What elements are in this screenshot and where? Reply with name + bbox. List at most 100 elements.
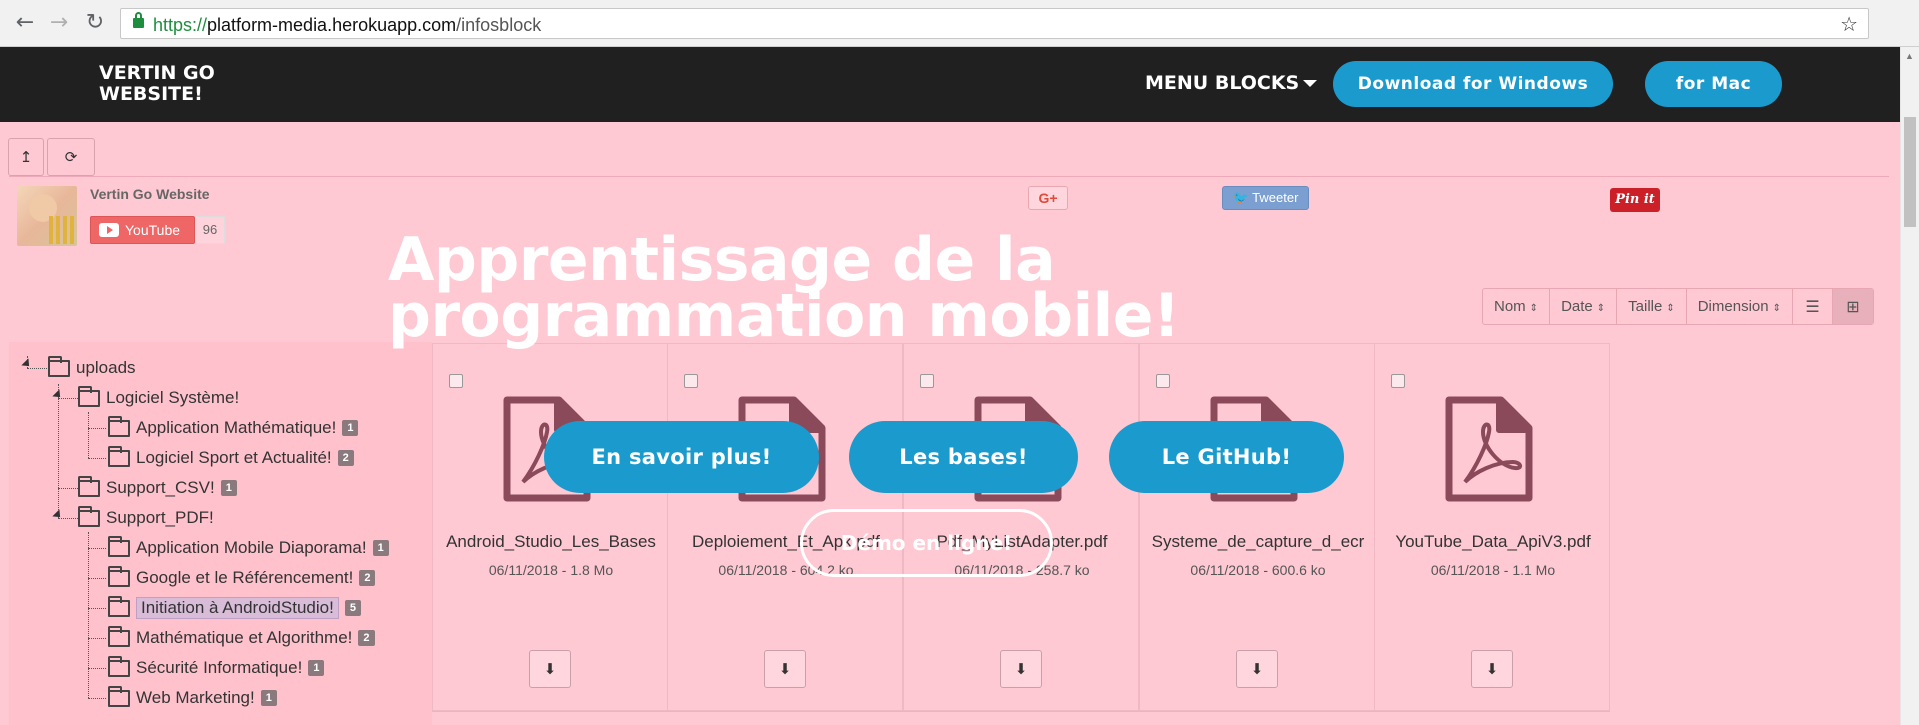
caret-down-icon (1303, 80, 1318, 87)
tree-line (27, 368, 47, 369)
tree-line (88, 412, 89, 458)
folder-icon (108, 625, 130, 647)
tree-item[interactable]: Google et le Référencement! 2 (108, 565, 376, 591)
youtube-subscribe-button[interactable]: YouTube (90, 216, 195, 244)
folder-icon (108, 655, 130, 677)
tree-item[interactable]: Support_CSV! 1 (78, 475, 237, 501)
count-badge: 1 (220, 480, 237, 496)
up-folder-button[interactable]: ↥ (8, 138, 44, 176)
file-meta: 06/11/2018 - 1.8 Mo (488, 562, 614, 578)
file-card[interactable]: Systeme_de_capture_d_ecr 06/11/2018 - 60… (1139, 343, 1375, 711)
tree-item[interactable]: Web Marketing! 1 (108, 685, 277, 711)
brand-logo[interactable]: VERTIN GO WEBSITE! (99, 63, 239, 105)
reload-icon[interactable]: ↻ (82, 10, 108, 36)
learn-more-button[interactable]: En savoir plus! (544, 421, 819, 493)
file-checkbox[interactable] (920, 374, 934, 388)
page-scrollbar[interactable]: ▲ (1900, 47, 1919, 725)
forward-icon[interactable]: → (46, 10, 72, 36)
download-file-button[interactable]: ⬇ (764, 650, 806, 688)
tweet-button[interactable]: 🐦 Tweeter (1222, 186, 1309, 210)
tree-line (88, 532, 89, 698)
google-plus-button[interactable]: G+ (1028, 186, 1068, 210)
url-text[interactable]: https://platform-media.herokuapp.com/inf… (153, 15, 541, 36)
list-view-button[interactable]: ☰ (1793, 289, 1833, 324)
tree-line (88, 608, 106, 609)
tree-item[interactable]: Logiciel Sport et Actualité! 2 (108, 445, 354, 471)
hero-title: Apprentissage de la programmation mobile… (388, 225, 1180, 351)
grid-icon: ⊞ (1846, 297, 1860, 316)
subscriber-count: 96 (195, 216, 225, 244)
file-checkbox[interactable] (684, 374, 698, 388)
tree-line (58, 398, 78, 399)
tree-line (88, 428, 106, 429)
tree-line (58, 488, 78, 489)
folder-icon (78, 475, 100, 497)
file-checkbox[interactable] (1156, 374, 1170, 388)
tree-root-uploads[interactable]: uploads (48, 355, 136, 381)
sort-icon: ⇕ (1772, 303, 1781, 314)
folder-icon (108, 595, 130, 617)
download-icon: ⬇ (778, 660, 792, 678)
download-file-button[interactable]: ⬇ (529, 650, 571, 688)
download-file-button[interactable]: ⬇ (1000, 650, 1042, 688)
tree-line (88, 668, 106, 669)
channel-name[interactable]: Vertin Go Website (90, 186, 210, 202)
count-badge: 2 (359, 570, 376, 586)
file-name: YouTube_Data_ApiV3.pdf (1395, 532, 1591, 551)
folder-icon (108, 565, 130, 587)
download-icon: ⬇ (1250, 660, 1264, 678)
tree-item[interactable]: Application Mathématique! 1 (108, 415, 359, 441)
folder-icon (108, 535, 130, 557)
count-badge: 2 (358, 630, 375, 646)
top-navbar: VERTIN GO WEBSITE! MENU BLOCKS (0, 47, 1900, 122)
refresh-button[interactable]: ⟳ (47, 138, 95, 176)
tree-line (58, 518, 78, 519)
download-icon: ⬇ (1014, 660, 1028, 678)
address-bar[interactable]: https://platform-media.herokuapp.com/inf… (120, 8, 1869, 39)
file-checkbox[interactable] (1391, 374, 1405, 388)
bookmark-star-icon[interactable]: ☆ (1840, 12, 1858, 36)
sort-date-button[interactable]: Date ⇕ (1550, 289, 1618, 324)
tree-item[interactable]: Logiciel Système! (78, 385, 239, 411)
file-card[interactable]: YouTube_Data_ApiV3.pdf 06/11/2018 - 1.1 … (1374, 343, 1610, 711)
tree-item[interactable]: Application Mobile Diaporama! 1 (108, 535, 389, 561)
tree-item-selected[interactable]: Initiation à AndroidStudio! 5 (108, 595, 361, 621)
sort-icon: ⇕ (1666, 303, 1675, 314)
tree-item[interactable]: Mathématique et Algorithme! 2 (108, 625, 375, 651)
download-windows-button[interactable]: Download for Windows (1333, 61, 1613, 107)
download-file-button[interactable]: ⬇ (1236, 650, 1278, 688)
sort-icon: ⇕ (1529, 303, 1539, 314)
count-badge: 5 (344, 600, 361, 616)
menu-blocks-dropdown[interactable]: MENU BLOCKS (1145, 72, 1318, 94)
lock-icon (133, 12, 144, 28)
basics-button[interactable]: Les bases! (849, 421, 1078, 493)
count-badge: 2 (337, 450, 354, 466)
level-up-icon: ↥ (19, 148, 33, 166)
online-demo-button[interactable]: Démo en ligne! (800, 509, 1053, 577)
download-mac-button[interactable]: for Mac (1645, 61, 1782, 107)
file-meta: 06/11/2018 - 1.1 Mo (1430, 562, 1556, 578)
sort-dimension-button[interactable]: Dimension ⇕ (1687, 289, 1793, 324)
file-name: Android_Studio_Les_Bases (446, 532, 656, 551)
back-icon[interactable]: ← (12, 10, 38, 36)
github-button[interactable]: Le GitHub! (1109, 421, 1344, 493)
tree-item[interactable]: Support_PDF! (78, 505, 214, 531)
twitter-bird-icon: 🐦 (1232, 190, 1253, 205)
download-file-button[interactable]: ⬇ (1471, 650, 1513, 688)
sort-toolbar: Nom ⇕ Date ⇕ Taille ⇕ Dimension ⇕ ☰ ⊞ (1482, 288, 1874, 325)
file-card[interactable]: Android_Studio_Les_Bases 06/11/2018 - 1.… (432, 343, 668, 711)
grid-view-button[interactable]: ⊞ (1832, 289, 1873, 324)
pinterest-button[interactable]: Pin it (1610, 188, 1660, 212)
sort-size-button[interactable]: Taille ⇕ (1617, 289, 1687, 324)
tree-item[interactable]: Sécurité Informatique! 1 (108, 655, 325, 681)
folder-icon (108, 445, 130, 467)
scrollbar-thumb[interactable] (1904, 117, 1916, 227)
tree-line (58, 384, 59, 518)
file-meta: 06/11/2018 - 600.6 ko (1190, 562, 1326, 578)
count-badge: 1 (342, 420, 359, 436)
folder-icon (108, 685, 130, 707)
channel-avatar[interactable] (17, 186, 77, 246)
scroll-up-icon[interactable]: ▲ (1905, 51, 1914, 61)
count-badge: 1 (372, 540, 389, 556)
file-checkbox[interactable] (449, 374, 463, 388)
